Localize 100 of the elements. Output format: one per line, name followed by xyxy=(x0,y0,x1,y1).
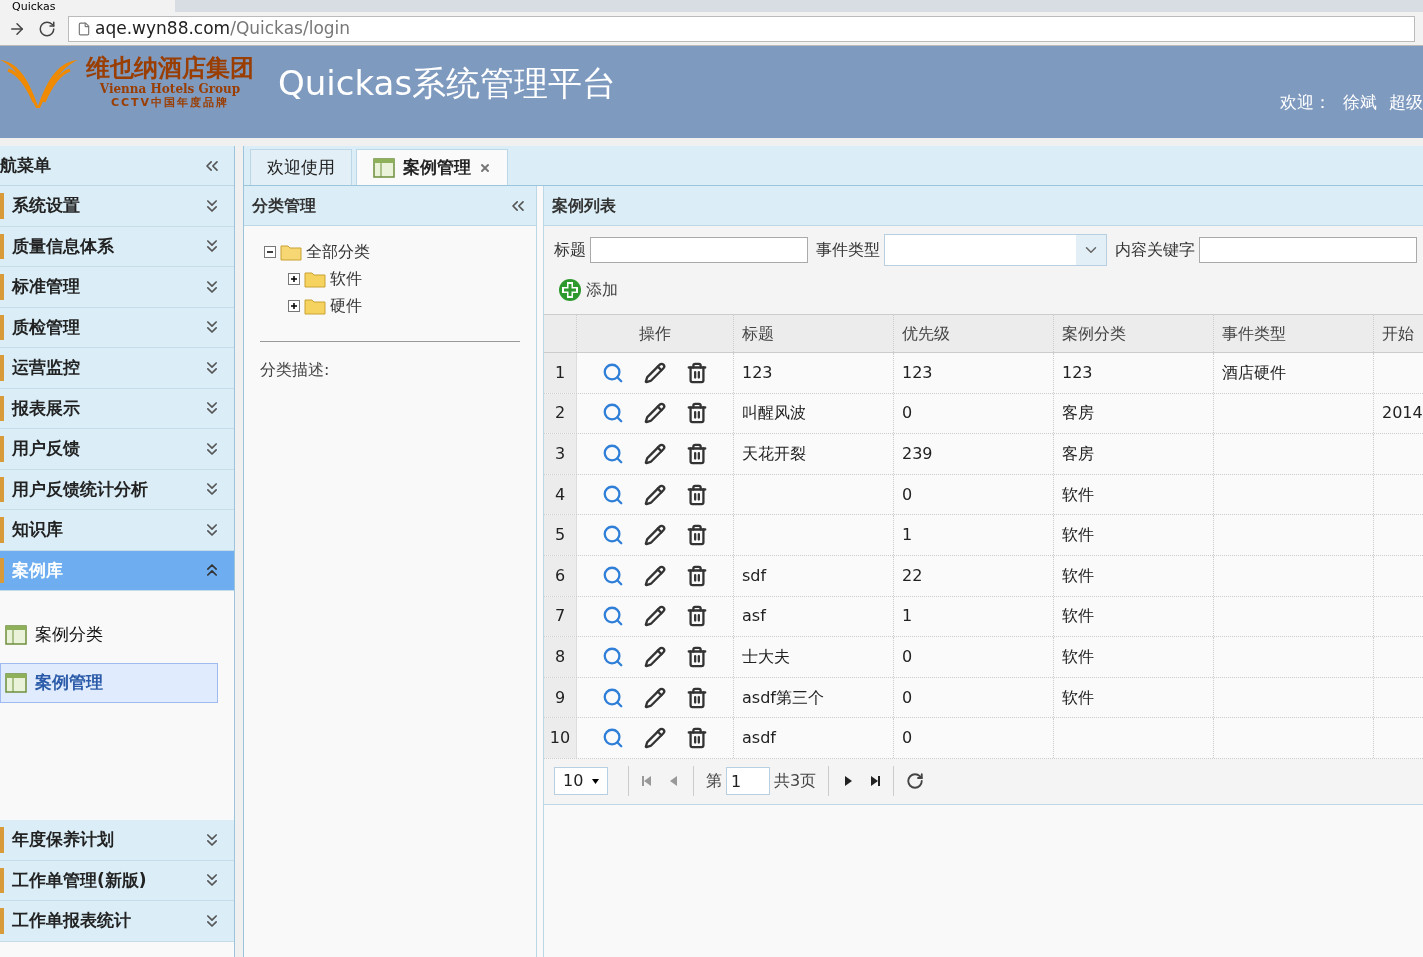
expand-icon[interactable] xyxy=(288,299,300,312)
filter-field[interactable] xyxy=(590,237,809,263)
welcome-label: 欢迎： xyxy=(1280,91,1331,114)
menu-header[interactable]: 报表展示 xyxy=(0,388,234,429)
menu-header[interactable]: 用户反馈统计分析 xyxy=(0,469,234,510)
table-icon xyxy=(5,625,27,645)
column-header[interactable]: 操作 xyxy=(577,315,734,352)
column-header[interactable]: 案例分类 xyxy=(1054,315,1214,352)
search-icon[interactable] xyxy=(602,483,624,506)
menu-header[interactable]: 工作单报表统计 xyxy=(0,901,234,942)
tree-node[interactable]: 硬件 xyxy=(330,293,362,318)
tab[interactable]: 案例管理 xyxy=(356,149,508,185)
trash-icon[interactable] xyxy=(686,402,708,425)
filter-field[interactable] xyxy=(1198,237,1417,263)
pencil-icon[interactable] xyxy=(644,361,666,384)
trash-icon[interactable] xyxy=(686,564,708,587)
trash-icon[interactable] xyxy=(686,605,708,628)
menu-header[interactable]: 系统设置 xyxy=(0,186,234,227)
table-icon xyxy=(5,673,27,693)
search-icon[interactable] xyxy=(602,564,624,587)
table-cell-text: 123 xyxy=(1062,361,1093,384)
table-cell-text: asdf第三个 xyxy=(742,686,824,709)
search-icon[interactable] xyxy=(602,361,624,384)
table-cell-text: 0 xyxy=(902,727,913,750)
browser-tab[interactable]: Quickas xyxy=(0,0,175,12)
column-header[interactable]: 事件类型 xyxy=(1214,315,1374,352)
plus-icon xyxy=(558,278,582,302)
menu-item[interactable]: 案例管理 xyxy=(0,663,218,703)
search-icon[interactable] xyxy=(602,727,624,750)
close-icon[interactable] xyxy=(479,161,491,174)
menu-header[interactable]: 用户反馈 xyxy=(0,429,234,470)
pencil-icon[interactable] xyxy=(644,402,666,425)
search-icon[interactable] xyxy=(602,645,624,668)
address-bar[interactable]: aqe.wyn88.com/Quickas/login xyxy=(68,15,1415,42)
expand-icon[interactable] xyxy=(288,272,300,285)
user-role: 超级 xyxy=(1389,91,1423,114)
pencil-icon[interactable] xyxy=(644,524,666,547)
pencil-icon[interactable] xyxy=(644,443,666,465)
table-cell-text: 软件 xyxy=(1062,645,1094,668)
row-number: 7 xyxy=(544,596,577,637)
search-icon[interactable] xyxy=(602,605,624,628)
trash-icon[interactable] xyxy=(686,443,708,465)
search-icon[interactable] xyxy=(602,524,624,547)
tab[interactable]: 欢迎使用 xyxy=(250,149,352,185)
page-size-select[interactable]: 10 xyxy=(554,767,608,796)
menu-item[interactable]: 案例分类 xyxy=(0,615,218,655)
filter-label: 内容关键字 xyxy=(1114,239,1195,261)
table-cell-text: 酒店硬件 xyxy=(1222,361,1286,384)
table-cell-text: 239 xyxy=(902,443,933,465)
menu-header[interactable]: 质量信息体系 xyxy=(0,226,234,267)
pencil-icon[interactable] xyxy=(644,605,666,628)
reload-icon[interactable] xyxy=(38,19,56,38)
table-cell-text: asdf xyxy=(742,727,776,750)
menu-header[interactable]: 工作单管理(新版) xyxy=(0,860,234,901)
sidebar-title: 航菜单 xyxy=(0,153,51,177)
table-cell-text: 客房 xyxy=(1062,402,1094,425)
pencil-icon[interactable] xyxy=(644,564,666,587)
search-icon[interactable] xyxy=(602,402,624,425)
refresh-icon[interactable] xyxy=(906,772,925,791)
search-icon[interactable] xyxy=(602,686,624,709)
column-header[interactable]: 标题 xyxy=(734,315,894,352)
trash-icon[interactable] xyxy=(686,483,708,506)
pencil-icon[interactable] xyxy=(644,483,666,506)
trash-icon[interactable] xyxy=(686,686,708,709)
page-icon xyxy=(77,21,91,36)
description-label: 分类描述: xyxy=(259,359,331,381)
trash-icon[interactable] xyxy=(686,727,708,750)
table-cell-text: 0 xyxy=(902,686,913,709)
logo-subtitle: Vienna Hotels Group xyxy=(99,82,241,96)
tree-node[interactable]: 软件 xyxy=(330,266,362,291)
tree-node[interactable]: 全部分类 xyxy=(306,239,370,264)
row-number: 1 xyxy=(544,353,577,393)
trash-icon[interactable] xyxy=(686,645,708,668)
trash-icon[interactable] xyxy=(686,361,708,384)
trash-icon[interactable] xyxy=(686,524,708,547)
pencil-icon[interactable] xyxy=(644,727,666,750)
table-cell-text: 123 xyxy=(902,361,933,384)
logo-text: 维也纳酒店集团 xyxy=(86,54,254,82)
pencil-icon[interactable] xyxy=(644,686,666,709)
user-name: 徐斌 xyxy=(1343,91,1377,114)
collapse-icon[interactable] xyxy=(264,245,276,258)
folder-icon xyxy=(304,269,326,288)
menu-header[interactable]: 标准管理 xyxy=(0,267,234,308)
menu-header[interactable]: 质检管理 xyxy=(0,307,234,348)
panel-title: 案例列表 xyxy=(552,194,616,217)
menu-header[interactable]: 运营监控 xyxy=(0,348,234,389)
menu-header[interactable]: 知识库 xyxy=(0,510,234,551)
column-header[interactable]: 优先级 xyxy=(894,315,1054,352)
row-number: 4 xyxy=(544,474,577,515)
column-header[interactable]: 开始 xyxy=(1374,315,1423,352)
table-cell-text: 1 xyxy=(902,524,913,547)
app-title: Quickas系统管理平台 xyxy=(278,62,617,105)
page-field[interactable]: 1 xyxy=(726,767,770,796)
table-cell-text: sdf xyxy=(742,564,767,587)
logo-slogan: CCTV中国年度品牌 xyxy=(110,96,230,110)
menu-header[interactable]: 年度保养计划 xyxy=(0,820,234,861)
search-icon[interactable] xyxy=(602,443,624,465)
table-cell-text: asf xyxy=(742,605,766,628)
pencil-icon[interactable] xyxy=(644,645,666,668)
add-button[interactable]: 添加 xyxy=(558,278,618,302)
